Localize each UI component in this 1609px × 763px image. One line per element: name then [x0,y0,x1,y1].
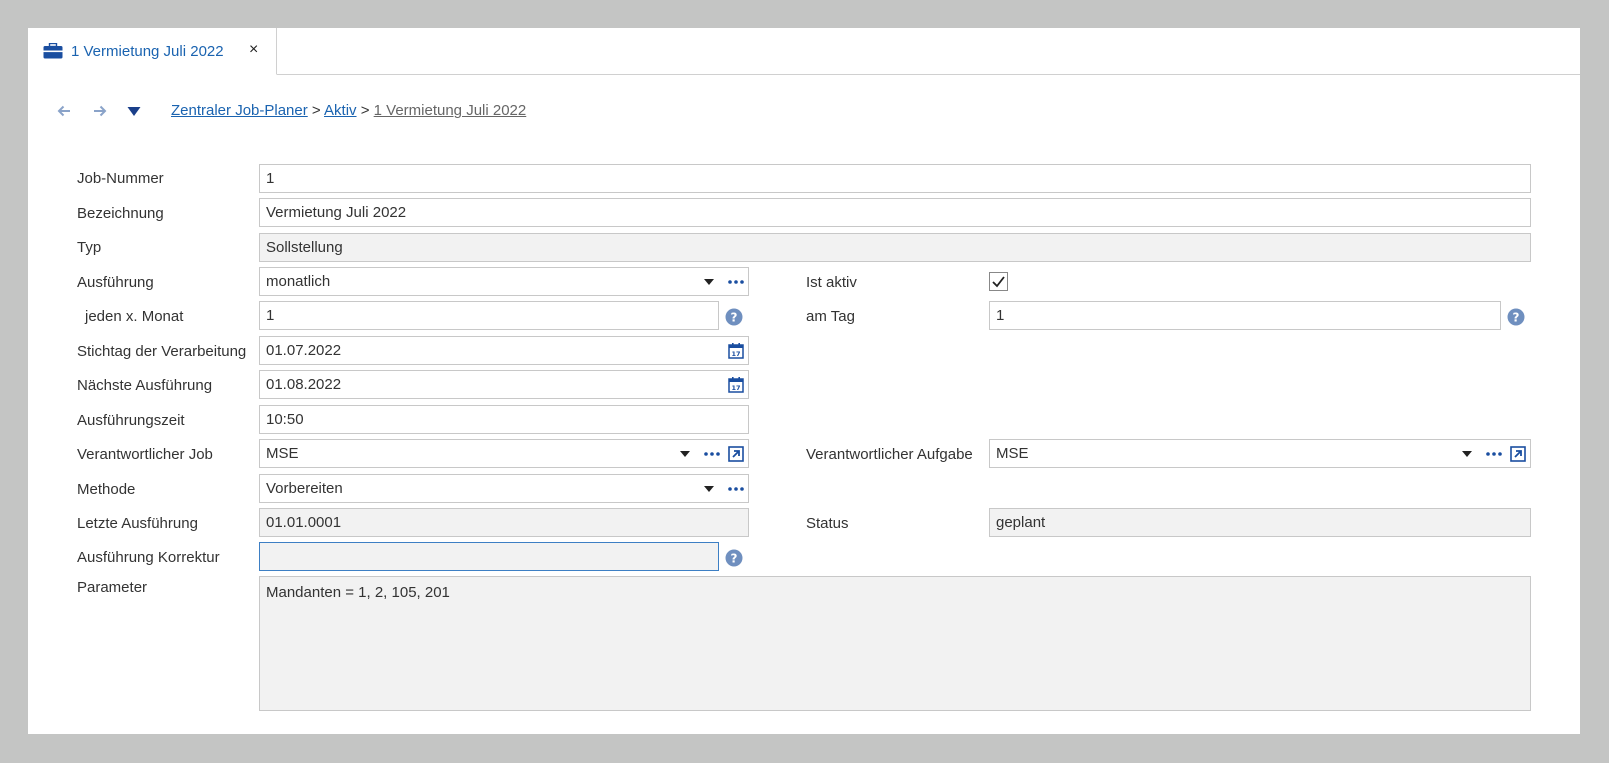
ausfuehrung-select[interactable]: monatlich [259,267,749,296]
verantwortlicher-aufgabe-label: Verantwortlicher Aufgabe [806,446,973,463]
briefcase-icon [43,43,63,59]
stichtag-date-field[interactable]: 01.07.2022 [259,336,749,365]
breadcrumb-separator: > [311,102,321,119]
tab-job[interactable]: 1 Vermietung Juli 2022 × [28,28,277,75]
history-dropdown-icon[interactable] [125,102,143,120]
naechste-ausfuehrung-label: Nächste Ausführung [77,377,213,394]
ist-aktiv-label: Ist aktiv [806,274,857,291]
methode-select[interactable]: Vorbereiten [259,474,749,503]
am-tag-value: 1 [996,307,1005,324]
close-icon[interactable]: × [249,41,258,59]
ausfuehrung-korrektur-label: Ausführung Korrektur [77,549,220,566]
chevron-down-icon[interactable] [704,486,714,492]
am-tag-label: am Tag [806,308,855,325]
open-link-icon[interactable] [1510,446,1526,462]
chevron-down-icon[interactable] [680,451,690,457]
typ-label: Typ [77,239,102,256]
stichtag-label: Stichtag der Verarbeitung [77,343,247,360]
jeden-monat-value: 1 [266,307,275,324]
tab-bar: 1 Vermietung Juli 2022 × [28,28,1580,75]
ausfuehrung-label: Ausführung [77,274,154,291]
naechste-ausfuehrung-value: 01.08.2022 [266,376,342,393]
stichtag-value: 01.07.2022 [266,342,342,359]
ausfuehrungszeit-field[interactable]: 10:50 [259,405,749,434]
parameter-value: Mandanten = 1, 2, 105, 201 [266,584,450,601]
naechste-ausfuehrung-date-field[interactable]: 01.08.2022 [259,370,749,399]
job-nummer-label: Job-Nummer [77,170,164,187]
ist-aktiv-checkbox[interactable] [989,272,1008,291]
letzte-ausfuehrung-label: Letzte Ausführung [77,515,198,532]
letzte-ausfuehrung-value: 01.01.0001 [266,514,342,531]
help-icon[interactable] [725,308,743,326]
bezeichnung-value: Vermietung Juli 2022 [266,204,407,221]
status-field: geplant [989,508,1531,537]
calendar-icon[interactable] [728,377,744,393]
methode-label: Methode [77,481,136,498]
verantwortlicher-aufgabe-select[interactable]: MSE [989,439,1531,468]
tab-title: 1 Vermietung Juli 2022 [71,43,224,60]
breadcrumb-link-job-planer[interactable]: Zentraler Job-Planer [171,102,308,119]
am-tag-field[interactable]: 1 [989,301,1501,330]
verantwortlicher-job-value: MSE [266,445,299,462]
ausfuehrung-value: monatlich [266,273,331,290]
verantwortlicher-job-label: Verantwortlicher Job [77,446,213,463]
help-icon[interactable] [1507,308,1525,326]
methode-value: Vorbereiten [266,480,343,497]
typ-field: Sollstellung [259,233,1531,262]
parameter-textarea[interactable]: Mandanten = 1, 2, 105, 201 [259,576,1531,711]
chevron-down-icon[interactable] [1462,451,1472,457]
ausfuehrungszeit-label: Ausführungszeit [77,412,185,429]
parameter-label: Parameter [77,579,148,596]
bezeichnung-field[interactable]: Vermietung Juli 2022 [259,198,1531,227]
job-nummer-field[interactable]: 1 [259,164,1531,193]
job-nummer-value: 1 [266,170,275,187]
open-link-icon[interactable] [728,446,744,462]
typ-value: Sollstellung [266,239,343,256]
screen-frame: 1 Vermietung Juli 2022 × Zentraler Job-P… [0,0,1609,763]
ausfuehrung-korrektur-field[interactable] [259,542,719,571]
verantwortlicher-aufgabe-value: MSE [996,445,1029,462]
back-arrow-icon[interactable] [55,102,73,120]
ellipsis-icon[interactable] [728,280,744,284]
jeden-monat-field[interactable]: 1 [259,301,719,330]
bezeichnung-label: Bezeichnung [77,205,164,222]
ellipsis-icon[interactable] [728,487,744,491]
forward-arrow-icon[interactable] [91,102,109,120]
navigation-bar: Zentraler Job-Planer > Aktiv > 1 Vermiet… [28,98,1580,128]
verantwortlicher-job-select[interactable]: MSE [259,439,749,468]
status-value: geplant [996,514,1046,531]
jeden-monat-label: jeden x. Monat [85,308,184,325]
calendar-icon[interactable] [728,343,744,359]
breadcrumb-current: 1 Vermietung Juli 2022 [373,102,527,119]
breadcrumb-separator: > [360,102,370,119]
status-label: Status [806,515,849,532]
ellipsis-icon[interactable] [1486,452,1502,456]
check-icon [992,276,1005,288]
app-window: 1 Vermietung Juli 2022 × Zentraler Job-P… [28,28,1580,734]
letzte-ausfuehrung-field: 01.01.0001 [259,508,749,537]
breadcrumb: Zentraler Job-Planer > Aktiv > 1 Vermiet… [171,102,526,119]
ellipsis-icon[interactable] [704,452,720,456]
help-icon[interactable] [725,549,743,567]
ausfuehrungszeit-value: 10:50 [266,411,304,428]
breadcrumb-link-aktiv[interactable]: Aktiv [324,102,357,119]
chevron-down-icon[interactable] [704,279,714,285]
